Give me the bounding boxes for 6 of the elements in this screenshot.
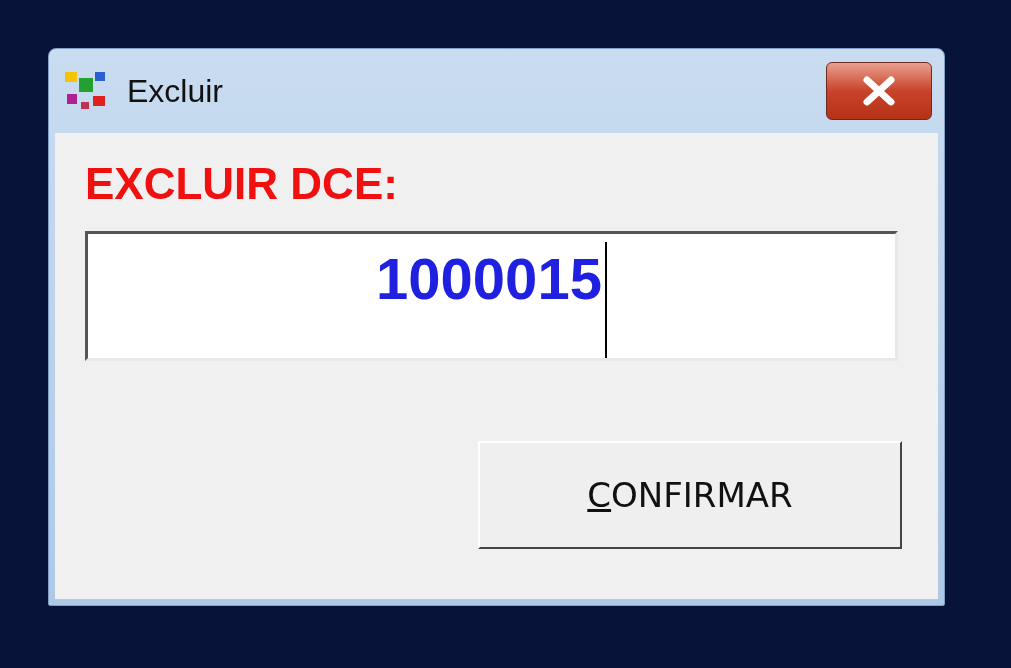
prompt-label: EXCLUIR DCE: xyxy=(85,159,398,209)
confirm-button[interactable]: CONFIRMAR xyxy=(478,441,902,549)
close-button[interactable] xyxy=(826,62,932,120)
window-title: Excluir xyxy=(127,72,224,110)
input-field[interactable]: 1000015 xyxy=(85,231,898,361)
close-icon xyxy=(861,76,897,106)
